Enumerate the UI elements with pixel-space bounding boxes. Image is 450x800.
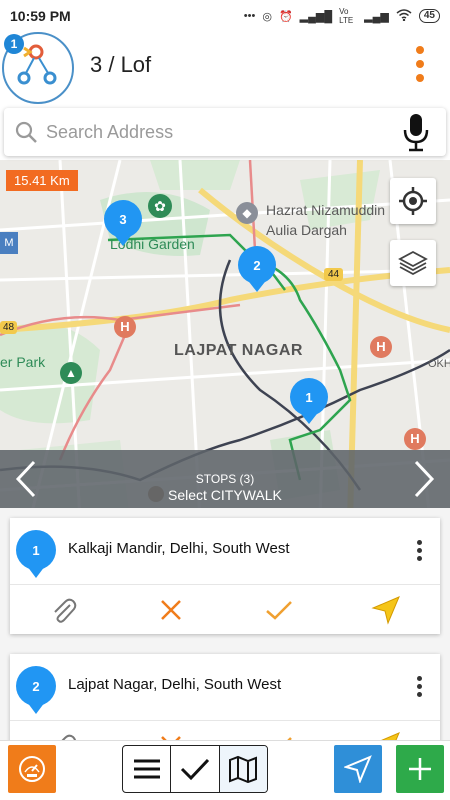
complete-stop-button[interactable] (225, 599, 333, 621)
distance-badge: 15.41 Km (6, 170, 78, 191)
shopping-bag-icon (148, 486, 164, 502)
stop-menu-icon[interactable] (417, 676, 422, 697)
search-bar (4, 108, 446, 156)
navigation-arrow-icon (371, 595, 401, 625)
tree-icon: ▲ (60, 362, 82, 384)
navigate-stop-button[interactable] (333, 731, 441, 740)
list-icon (133, 759, 160, 779)
map-label-park: er Park (0, 354, 46, 370)
hospital-icon-2: H (370, 336, 392, 358)
map-pin-stop-1[interactable]: 1 (290, 378, 328, 424)
route-count-badge: 1 (4, 34, 24, 54)
paperclip-icon (54, 598, 77, 623)
map-label-hwy48: 48 (0, 321, 18, 334)
close-icon (161, 599, 182, 620)
route-logo-button[interactable]: 1 (2, 32, 74, 104)
stop-card[interactable]: 1 Kalkaji Mandir, Delhi, South West (10, 518, 440, 634)
check-icon (265, 600, 292, 620)
check-icon (180, 758, 210, 781)
add-stop-button[interactable] (396, 745, 444, 793)
battery-icon: 45 (418, 9, 440, 23)
stops-list: 1 Kalkaji Mandir, Delhi, South West 2 La… (0, 508, 450, 740)
status-time: 10:59 PM (10, 8, 71, 24)
layers-button[interactable] (390, 240, 436, 286)
stop-card[interactable]: 2 Lajpat Nagar, Delhi, South West (10, 654, 440, 740)
stop-number-pin: 1 (16, 530, 56, 578)
view-toggle-group (122, 745, 268, 793)
skip-stop-button[interactable] (118, 598, 226, 622)
locate-button[interactable] (390, 178, 436, 224)
stop-menu-icon[interactable] (417, 540, 422, 561)
map-label-hazrat: Hazrat Nizamuddin (266, 202, 386, 218)
overflow-menu-icon[interactable] (416, 46, 424, 82)
map-label-lajpat: LAJPAT NAGAR (174, 342, 303, 359)
navigation-arrow-icon (380, 731, 401, 740)
status-icons: ••• ◎ ⏰ ▂▄▆█ Vo LTE ▂▄▆ 45 (244, 7, 440, 25)
alarm-icon: ⏰ (278, 10, 293, 23)
map-pin-stop-2[interactable]: 2 (238, 246, 276, 292)
map-icon (229, 755, 258, 783)
map-label-okh: OKH (428, 358, 450, 370)
map-label-citywalk: Select CITYWALK (148, 486, 282, 503)
hospital-icon: H (114, 316, 136, 338)
app-header: 1 3 / Lof (0, 32, 450, 104)
hospital-icon-3: H (404, 428, 426, 450)
map-view-tab[interactable] (219, 746, 267, 792)
completed-view-tab[interactable] (171, 746, 220, 792)
microphone-icon (403, 114, 429, 152)
paperclip-icon (60, 734, 76, 740)
signal-icon: ▂▄▆█ (299, 10, 333, 23)
navigate-icon (344, 755, 372, 783)
bottom-toolbar (0, 740, 450, 800)
landmark-icon: ◆ (236, 202, 258, 224)
stops-navigation-bar: STOPS (3) Select CITYWALK (0, 450, 450, 508)
navigate-button[interactable] (334, 745, 382, 793)
plus-icon (409, 758, 431, 780)
layers-icon (398, 250, 428, 276)
attach-button[interactable] (10, 732, 118, 740)
search-input[interactable] (46, 121, 386, 143)
monument-icon: M (0, 232, 18, 254)
navigate-stop-button[interactable] (333, 595, 441, 625)
search-icon (15, 121, 37, 143)
stop-address: Kalkaji Mandir, Delhi, South West (68, 540, 290, 557)
next-stop-button[interactable] (404, 458, 444, 500)
list-view-tab[interactable] (123, 746, 172, 792)
map-pin-stop-3[interactable]: 3 (104, 200, 142, 246)
stop-number-pin: 2 (16, 666, 56, 714)
dashboard-button[interactable] (8, 745, 56, 793)
garden-icon: ✿ (148, 194, 172, 218)
status-bar: 10:59 PM ••• ◎ ⏰ ▂▄▆█ Vo LTE ▂▄▆ 45 (0, 0, 450, 32)
attach-button[interactable] (10, 596, 118, 624)
map-label-aulia: Aulia Dargah (266, 222, 347, 238)
route-title: 3 / Lof (90, 52, 152, 77)
speedometer-icon (19, 756, 45, 782)
network-label: Vo LTE (339, 7, 354, 25)
map-label-hwy44: 44 (324, 268, 344, 281)
hotspot-icon: ◎ (262, 10, 272, 23)
stop-address: Lajpat Nagar, Delhi, South West (68, 676, 282, 693)
crosshair-icon (399, 187, 427, 215)
signal-icon-2: ▂▄▆ (364, 10, 389, 23)
stops-count-label: STOPS (3) (195, 472, 255, 486)
chevron-right-icon (414, 460, 435, 498)
wifi-icon (396, 8, 412, 24)
mic-button[interactable] (402, 112, 430, 157)
more-notifications-icon: ••• (243, 10, 256, 22)
